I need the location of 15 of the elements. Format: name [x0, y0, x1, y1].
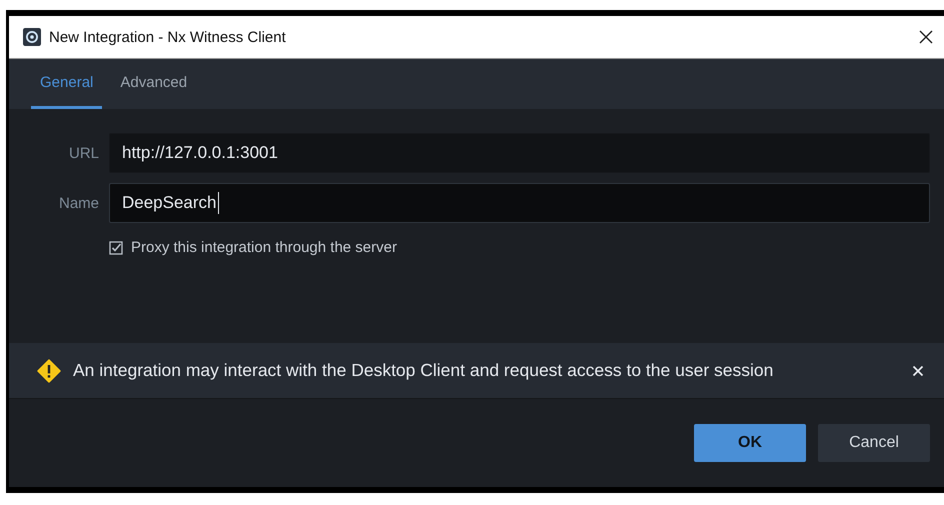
tab[interactable]: General: [31, 59, 102, 109]
close-icon[interactable]: [918, 29, 934, 45]
window-title: New Integration - Nx Witness Client: [49, 28, 287, 46]
checkbox-label: Proxy this integration through the server: [131, 239, 397, 256]
warning-icon: [37, 358, 61, 382]
input-field[interactable]: DeepSearch: [109, 183, 930, 223]
warning-text: An integration may interact with the Desktop Client and request access to the user session: [73, 360, 774, 381]
checkbox[interactable]: [109, 240, 123, 254]
cancel-button[interactable]: Cancel: [818, 424, 930, 462]
field-label: Name: [58, 194, 99, 212]
field-label: URL: [68, 144, 99, 162]
input-field[interactable]: http://127.0.0.1:3001: [109, 133, 930, 173]
app-icon: [23, 28, 41, 46]
tab[interactable]: Advanced: [111, 59, 196, 109]
ok-button[interactable]: OK: [694, 424, 806, 462]
